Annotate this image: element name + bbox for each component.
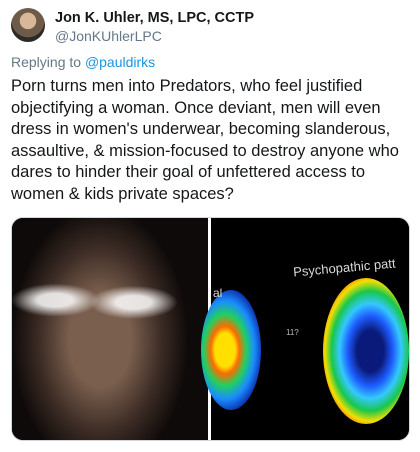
tweet-text-line: objectifying a woman. Once deviant, men … [11, 98, 381, 117]
tweet-media-grid[interactable]: Psychopathic patt al 11? [11, 217, 410, 441]
replying-to-line: Replying to @pauldirks [11, 54, 155, 70]
tweet-text-line: Porn turns men into Predators, who feel … [11, 77, 363, 95]
replying-to-label: Replying to [11, 54, 82, 70]
tweet-text-line: dares to hinder their goal of unfettered… [11, 163, 366, 181]
tweet-text-line: assaultive, & mission-focused to destroy… [11, 141, 399, 160]
brain-scan-title: Psychopathic patt [292, 255, 397, 280]
reply-mention-link[interactable]: @pauldirks [85, 54, 155, 70]
brain-scan-left [201, 290, 261, 410]
brain-scan-small-label: al [213, 286, 223, 300]
avatar[interactable] [11, 8, 45, 42]
brain-scan-marker: 11? [286, 328, 299, 337]
media-photo-brain-scan[interactable]: Psychopathic patt al 11? [201, 218, 409, 440]
author-handle[interactable]: @JonKUhlerLPC [55, 28, 162, 44]
tweet-card[interactable]: Jon K. Uhler, MS, LPC, CCTP @JonKUhlerLP… [0, 0, 420, 452]
tweet-text-line: women & kids private spaces? [11, 184, 234, 203]
tweet-text: Porn turns men into Predators, who feel … [11, 76, 411, 205]
author-display-name[interactable]: Jon K. Uhler, MS, LPC, CCTP [55, 10, 254, 26]
tweet-text-line: dress in women's underwear, becoming sla… [11, 120, 391, 138]
brain-scan-right [323, 278, 409, 424]
media-photo-man-face[interactable] [12, 218, 208, 440]
